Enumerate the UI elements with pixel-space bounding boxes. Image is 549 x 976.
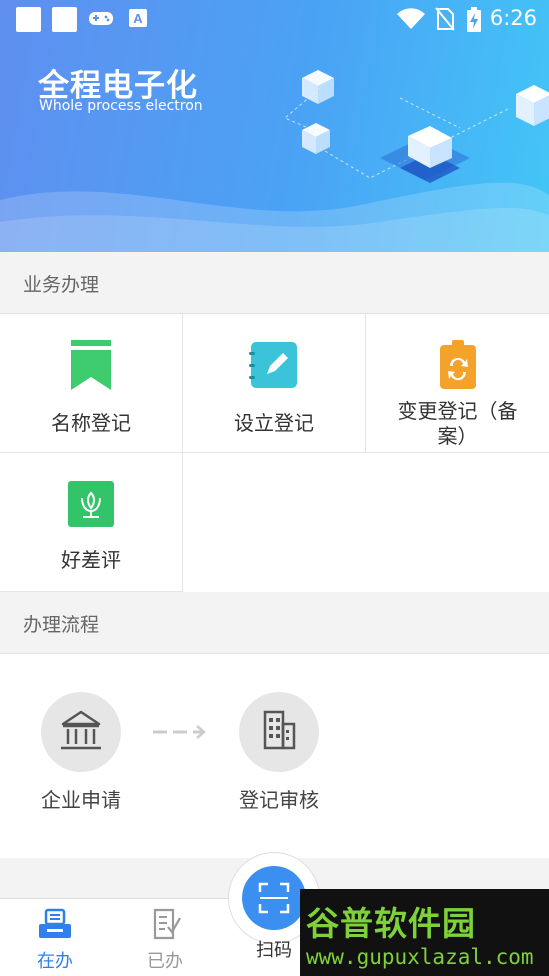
notification-square-icon xyxy=(16,7,41,32)
service-establish-registration[interactable]: 设立登记 xyxy=(183,314,366,453)
scan-icon xyxy=(258,882,290,914)
tab-label: 已办 xyxy=(147,951,183,972)
service-change-registration[interactable]: 变更登记（备 案） xyxy=(366,314,549,453)
service-rating[interactable]: 好差评 xyxy=(0,453,183,592)
services-grid: 名称登记 设立登记 变更登记（备 案） 好差评 xyxy=(0,314,549,592)
section-business-title: 业务办理 xyxy=(23,274,100,296)
building-icon xyxy=(263,710,296,750)
clipboard-refresh-icon xyxy=(439,340,476,389)
battery-charging-icon xyxy=(467,7,481,32)
service-label: 好差评 xyxy=(61,548,121,572)
notification-square-icon xyxy=(52,7,77,32)
process-flow: 企业申请 登记审核 xyxy=(0,654,549,859)
cube xyxy=(302,70,334,104)
flow-step-review xyxy=(239,692,319,772)
flow-step-apply xyxy=(41,692,121,772)
tab-label: 在办 xyxy=(37,951,73,972)
tab-done[interactable]: 已办 xyxy=(120,899,210,976)
svg-text:A: A xyxy=(133,11,143,26)
flow-step-label: 企业申请 xyxy=(41,788,121,812)
wifi-icon xyxy=(397,8,425,29)
status-bar: A 6:26 xyxy=(0,0,549,38)
watermark-url: www.gupuxlazal.com xyxy=(306,945,534,969)
service-label: 变更登记（备 xyxy=(397,399,518,423)
section-flow-header: 办理流程 xyxy=(0,592,549,654)
flow-step-label: 登记审核 xyxy=(239,788,319,812)
status-time: 6:26 xyxy=(489,6,537,30)
section-business-header: 业务办理 xyxy=(0,252,549,314)
banner-subtitle: Whole process electron xyxy=(39,98,203,114)
keyboard-a-icon: A xyxy=(129,9,147,27)
notebook-pen-icon xyxy=(249,342,297,388)
bank-icon xyxy=(61,710,101,750)
service-label-line2: 案） xyxy=(437,424,478,448)
watermark-title: 谷普软件园 xyxy=(306,904,476,943)
service-label: 设立登记 xyxy=(234,411,314,435)
app-screen: A 6:26 全程电子化 Whole process electron 业务办理… xyxy=(0,0,549,976)
bookmark-icon xyxy=(71,340,111,390)
scan-button[interactable] xyxy=(242,866,306,930)
service-name-registration[interactable]: 名称登记 xyxy=(0,314,183,453)
section-flow-title: 办理流程 xyxy=(23,614,100,636)
printer-tray-icon xyxy=(39,908,71,938)
flow-arrow-icon xyxy=(153,725,206,739)
watermark-overlay: 谷普软件园 www.gupuxlazal.com xyxy=(300,889,549,976)
cubes-illustration xyxy=(284,70,549,183)
service-label: 名称登记 xyxy=(51,411,131,435)
tab-in-progress[interactable]: 在办 xyxy=(10,899,100,976)
document-check-icon xyxy=(153,908,181,940)
gamepad-icon xyxy=(89,12,113,25)
header-banner: A 6:26 全程电子化 Whole process electron xyxy=(0,0,549,252)
flower-icon xyxy=(68,481,114,527)
no-sim-icon xyxy=(435,7,455,31)
